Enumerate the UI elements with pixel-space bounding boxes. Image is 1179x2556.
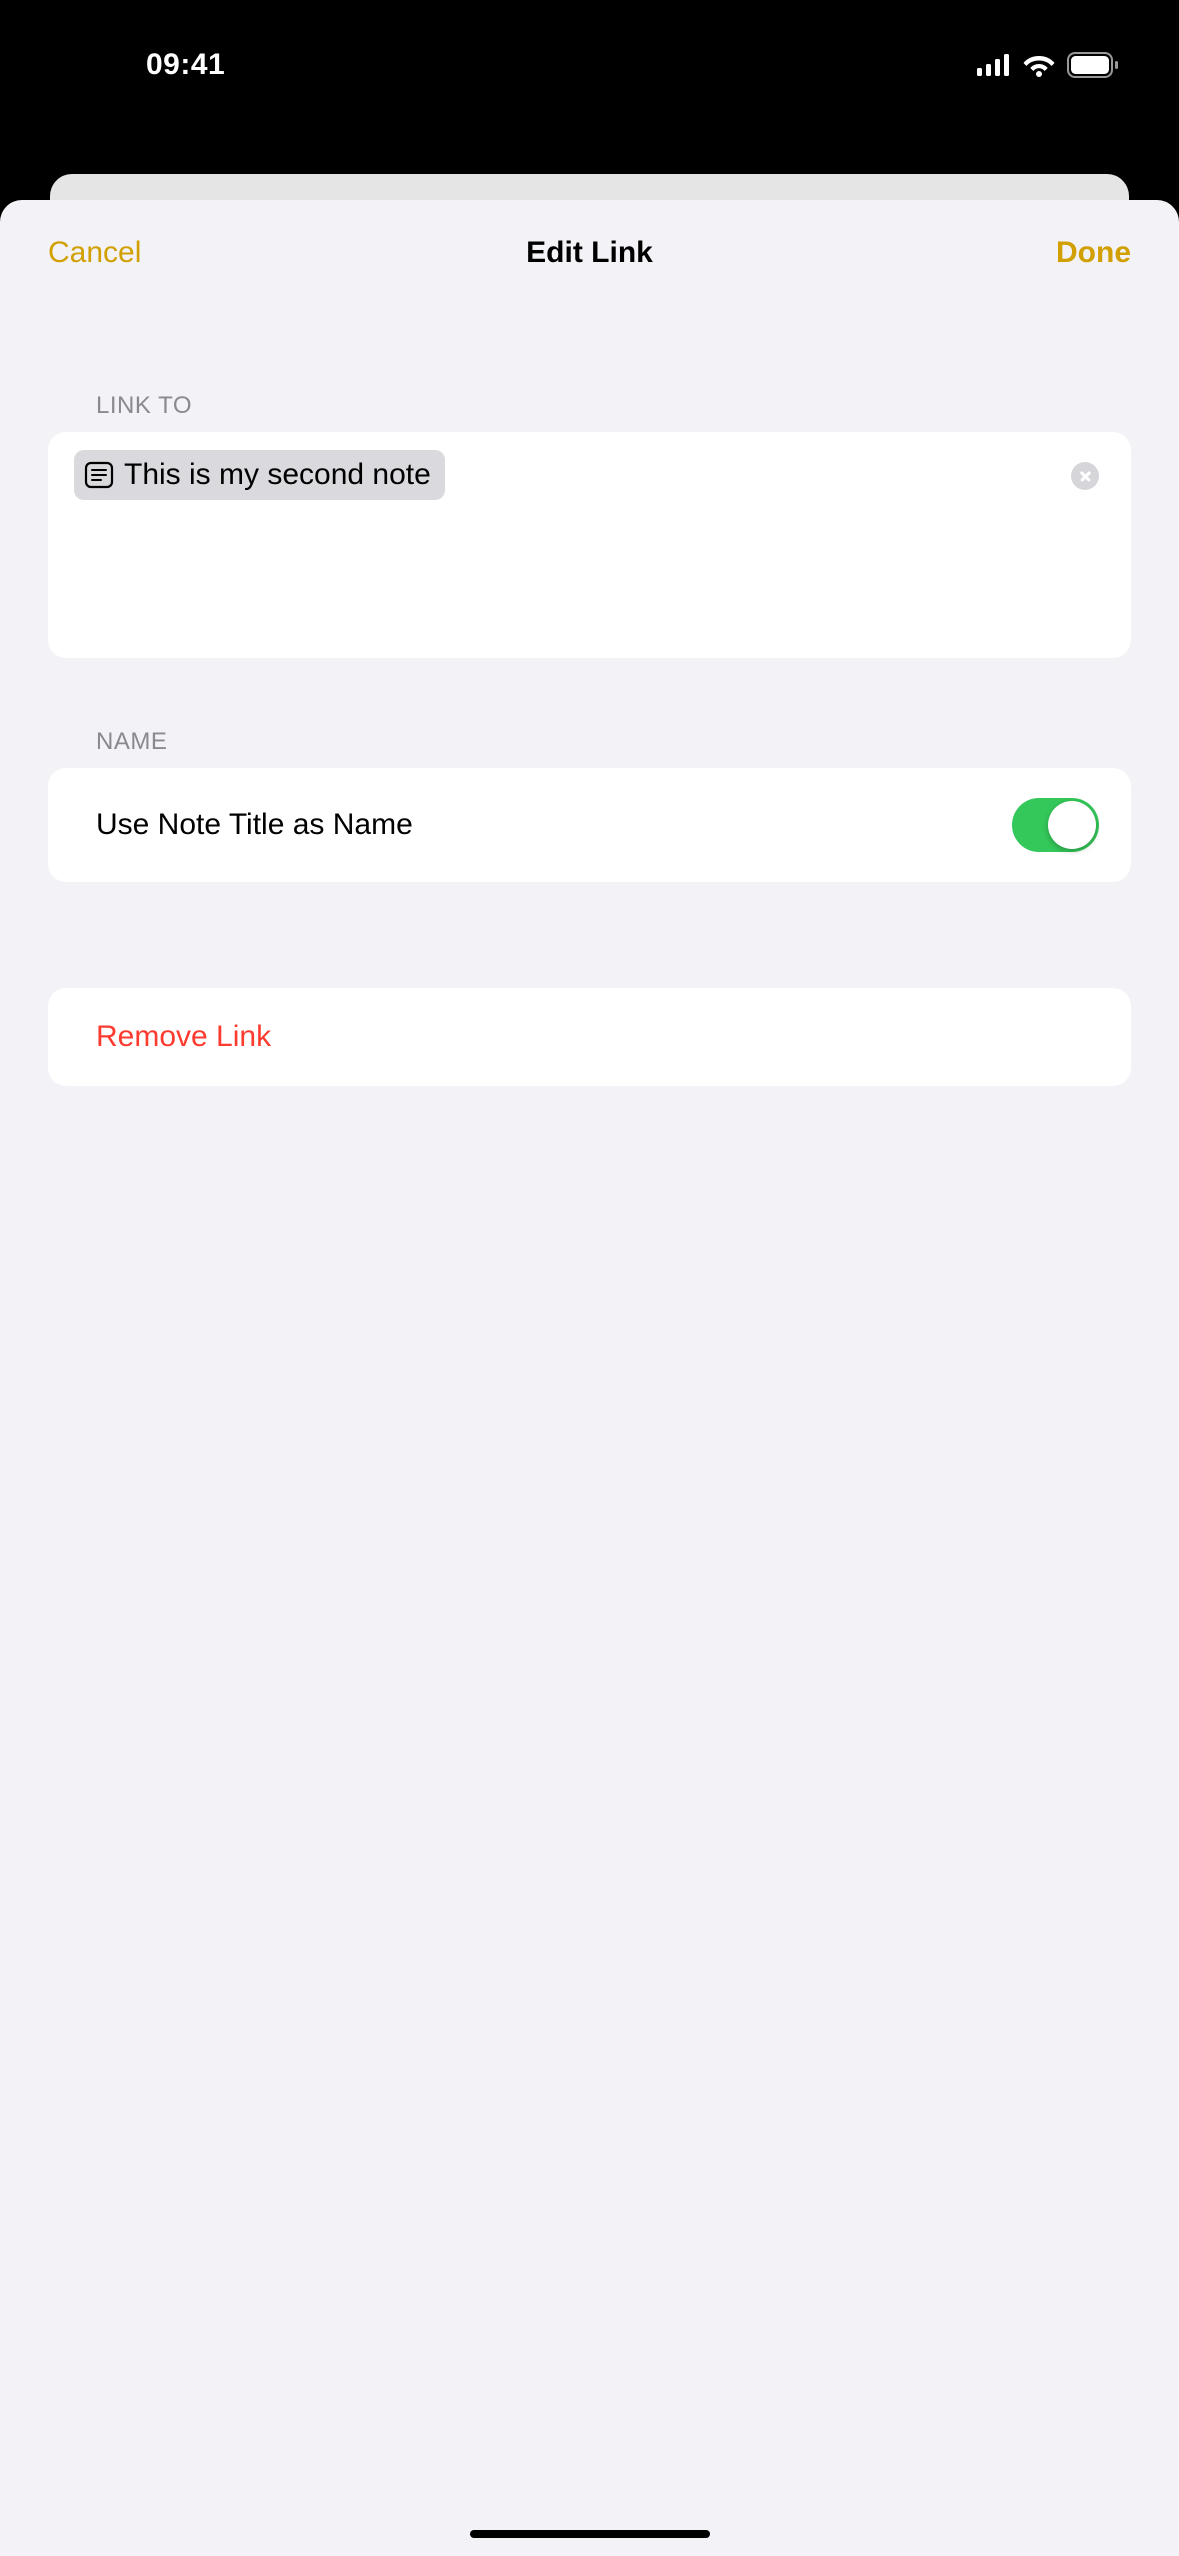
remove-link-button[interactable]: Remove Link <box>48 988 1131 1086</box>
name-card: Use Note Title as Name <box>48 768 1131 882</box>
remove-link-label: Remove Link <box>96 1020 1083 1054</box>
sheet-title: Edit Link <box>526 236 653 270</box>
note-icon <box>84 460 114 490</box>
status-indicators <box>977 52 1119 78</box>
clear-icon[interactable] <box>1071 462 1099 490</box>
done-button[interactable]: Done <box>1056 236 1131 270</box>
edit-link-sheet: Cancel Edit Link Done Link To This is my… <box>0 200 1179 2556</box>
use-note-title-label: Use Note Title as Name <box>96 808 413 842</box>
status-bar: 09:41 <box>0 0 1179 170</box>
use-note-title-toggle[interactable] <box>1012 798 1099 852</box>
wifi-icon <box>1023 53 1055 77</box>
use-note-title-row: Use Note Title as Name <box>48 768 1131 882</box>
cellular-icon <box>977 54 1011 76</box>
switch-knob <box>1048 801 1096 849</box>
cancel-button[interactable]: Cancel <box>48 236 141 270</box>
status-time: 09:41 <box>60 48 225 82</box>
linked-note-token[interactable]: This is my second note <box>74 450 445 500</box>
linkto-section-label: Link To <box>0 392 1179 432</box>
home-indicator[interactable] <box>470 2530 710 2538</box>
battery-icon <box>1067 52 1119 78</box>
linked-note-title: This is my second note <box>124 458 431 492</box>
sheet-header: Cancel Edit Link Done <box>0 200 1179 300</box>
linkto-field[interactable]: This is my second note <box>48 432 1131 658</box>
name-section-label: Name <box>0 728 1179 768</box>
